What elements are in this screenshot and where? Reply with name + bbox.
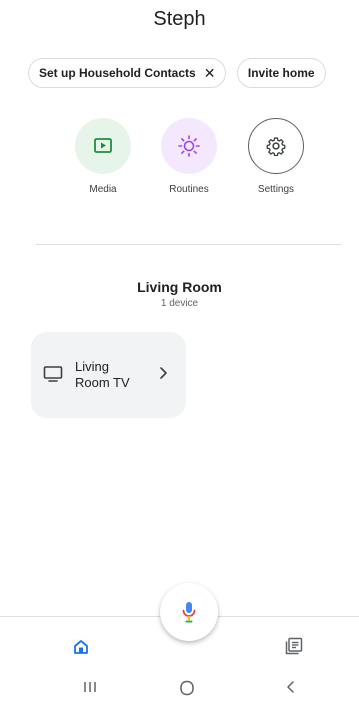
system-home-button[interactable] <box>179 680 195 701</box>
home-icon <box>74 640 88 654</box>
media-play-icon <box>94 138 112 153</box>
settings-button[interactable] <box>248 118 304 174</box>
media-button[interactable] <box>75 118 131 174</box>
device-label: Living Room TV <box>75 359 130 390</box>
google-home-screen: Steph Set up Household Contacts ✕ Invite… <box>0 0 359 707</box>
back-button[interactable] <box>285 680 297 699</box>
assistant-mic-button[interactable] <box>160 583 218 641</box>
page-title: Steph <box>153 8 206 30</box>
routines-action[interactable]: Routines <box>149 118 229 195</box>
household-contacts-chip[interactable]: Set up Household Contacts ✕ <box>28 58 227 88</box>
routines-button[interactable] <box>161 118 217 174</box>
home-tab[interactable] <box>73 639 89 660</box>
tv-icon <box>43 366 63 382</box>
room-title: Living Room <box>137 279 222 295</box>
chevron-right-icon <box>160 367 167 379</box>
room-device-count: 1 device <box>160 298 199 309</box>
invite-home-chip[interactable]: Invite home <box>236 58 326 88</box>
feed-tab[interactable] <box>285 637 303 660</box>
chip-label: Invite home <box>247 66 315 80</box>
quick-actions: Media Routines Settings <box>0 118 359 208</box>
section-divider <box>36 244 342 245</box>
feed-icon <box>285 637 303 655</box>
recents-button[interactable] <box>82 680 98 699</box>
system-home-icon <box>180 680 194 696</box>
back-icon <box>287 681 294 693</box>
device-card-living-room-tv[interactable]: Living Room TV <box>31 332 186 418</box>
media-label: Media <box>89 184 117 195</box>
mic-icon <box>182 602 196 623</box>
gear-icon <box>266 137 286 156</box>
settings-label: Settings <box>257 184 295 195</box>
chip-label: Set up Household Contacts <box>39 66 196 80</box>
routines-label: Routines <box>169 184 209 195</box>
settings-action[interactable]: Settings <box>236 118 316 195</box>
routines-sun-icon <box>178 135 200 157</box>
system-navigation-bar <box>0 672 359 707</box>
media-action[interactable]: Media <box>63 118 143 195</box>
close-icon[interactable]: ✕ <box>204 65 216 82</box>
suggestion-chips: Set up Household Contacts ✕ Invite home <box>28 58 359 90</box>
recents-icon <box>84 682 96 692</box>
